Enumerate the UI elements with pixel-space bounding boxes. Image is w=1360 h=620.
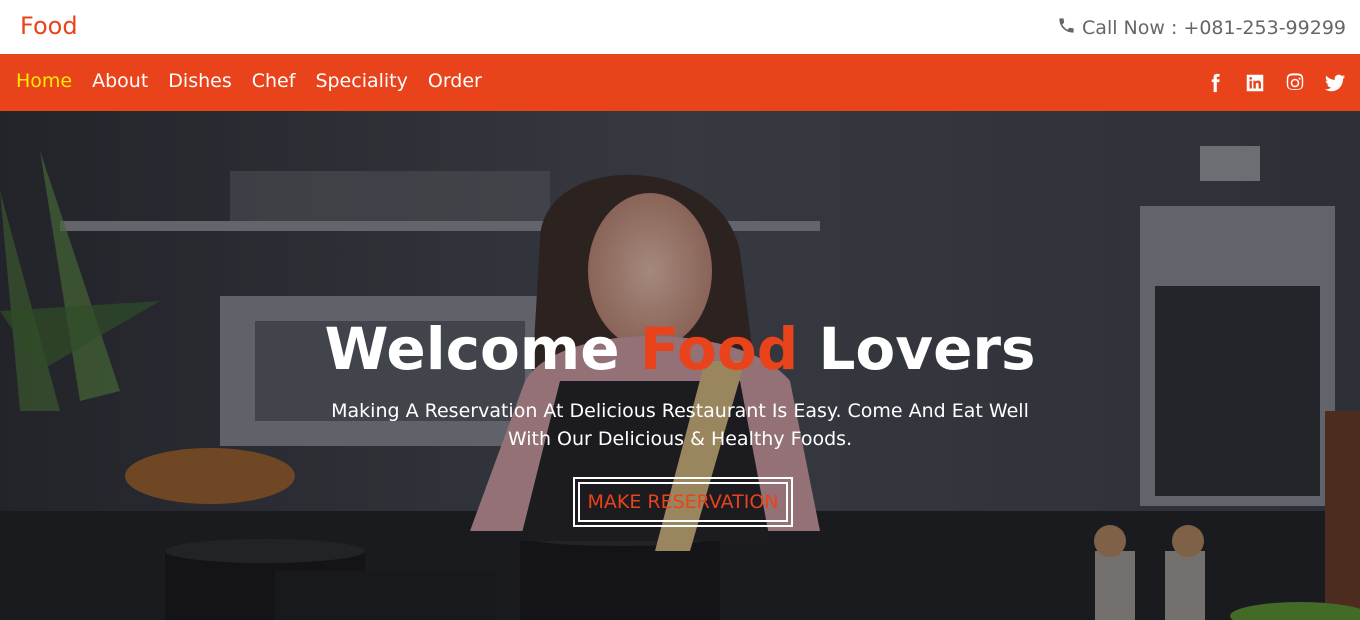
hero-title-accent: Food — [639, 315, 799, 383]
hero-banner: Welcome Food Lovers Making A Reservation… — [0, 111, 1360, 620]
make-reservation-label: MAKE RESERVATION — [578, 482, 788, 522]
nav-menu: Home About Dishes Chef Speciality Order — [16, 70, 482, 92]
brand-logo[interactable]: Food — [20, 12, 78, 40]
call-now-text: Call Now : +081-253-99299 — [1082, 17, 1346, 39]
hero-subtitle-line2: With Our Delicious & Healthy Foods. — [507, 428, 853, 450]
social-links — [1204, 72, 1346, 94]
hero-title: Welcome Food Lovers — [0, 315, 1360, 383]
facebook-icon[interactable] — [1204, 72, 1226, 94]
twitter-icon[interactable] — [1324, 72, 1346, 94]
nav-item-about[interactable]: About — [92, 70, 148, 92]
phone-icon — [1057, 16, 1076, 40]
hero-subtitle-line1: Making A Reservation At Delicious Restau… — [331, 400, 1029, 422]
nav-item-speciality[interactable]: Speciality — [315, 70, 407, 92]
main-navbar: Home About Dishes Chef Speciality Order — [0, 54, 1360, 111]
nav-item-chef[interactable]: Chef — [252, 70, 296, 92]
call-now[interactable]: Call Now : +081-253-99299 — [1057, 16, 1346, 40]
hero-title-pre: Welcome — [324, 315, 640, 383]
nav-item-home[interactable]: Home — [16, 70, 72, 92]
linkedin-icon[interactable] — [1244, 72, 1266, 94]
hero-title-post: Lovers — [798, 315, 1036, 383]
hero-subtitle: Making A Reservation At Delicious Restau… — [330, 397, 1030, 453]
nav-item-dishes[interactable]: Dishes — [168, 70, 231, 92]
instagram-icon[interactable] — [1284, 72, 1306, 94]
nav-item-order[interactable]: Order — [428, 70, 482, 92]
make-reservation-button[interactable]: MAKE RESERVATION — [573, 477, 793, 527]
top-header: Food Call Now : +081-253-99299 — [0, 0, 1360, 54]
